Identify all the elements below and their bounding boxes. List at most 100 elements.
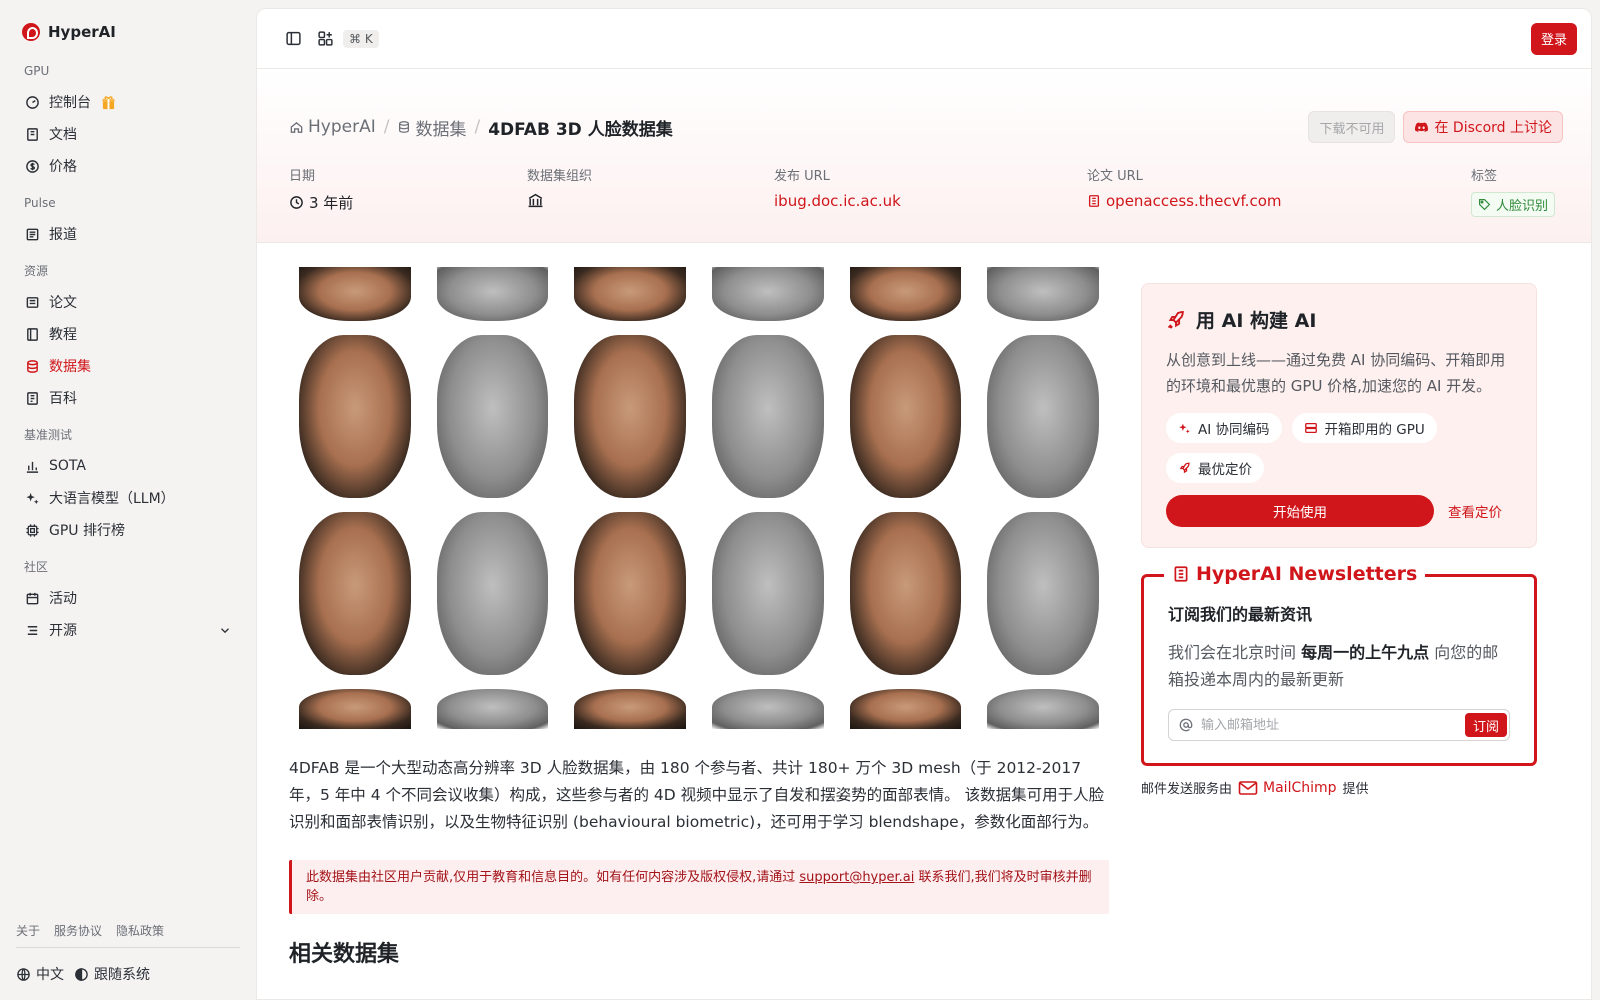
face-photo — [849, 335, 962, 498]
book-icon — [24, 126, 40, 142]
rocket-icon — [1167, 310, 1184, 329]
sidebar-item-reports[interactable]: 报道 — [16, 218, 240, 250]
footer-link-privacy[interactable]: 隐私政策 — [116, 922, 164, 939]
sidebar-item-label: SOTA — [49, 458, 86, 474]
meta-date-value-row: 3 年前 — [289, 192, 527, 213]
group-label-pulse: Pulse — [24, 196, 56, 210]
discord-button[interactable]: 在 Discord 上讨论 — [1403, 111, 1563, 143]
apps-button[interactable] — [309, 23, 341, 55]
server-icon — [1304, 422, 1317, 434]
sidebar-item-label: 百科 — [49, 391, 77, 407]
tag-label: 人脸识别 — [1496, 199, 1549, 214]
institution-icon — [528, 193, 543, 208]
powered-by: 邮件发送服务由 MailChimp 提供 — [1141, 778, 1537, 798]
brand[interactable]: HyperAI — [16, 16, 240, 48]
sidebar-item-label: 开源 — [49, 623, 77, 639]
sidebar-item-datasets[interactable]: 数据集 — [16, 350, 240, 382]
breadcrumb-home[interactable]: HyperAI — [289, 117, 376, 137]
dataset-meta: 日期 3 年前 数据集组织 发布 URL ibug.doc.ic.ac.uk 论… — [289, 165, 1563, 217]
theme-switcher[interactable]: 跟随系统 — [74, 964, 150, 984]
cpu-icon — [24, 522, 40, 538]
face-photo — [849, 689, 962, 729]
meta-date: 日期 3 年前 — [289, 165, 527, 217]
tutorial-icon — [24, 326, 40, 342]
face-photo — [299, 335, 411, 498]
face-photo — [574, 689, 686, 729]
face-mesh — [436, 689, 549, 729]
release-url-link[interactable]: ibug.doc.ic.ac.uk — [774, 192, 1087, 210]
face-mesh — [712, 335, 824, 498]
sidebar-item-label: 文档 — [49, 127, 77, 143]
sidebar-item-events[interactable]: 活动 — [16, 582, 240, 614]
email-input[interactable] — [1201, 717, 1465, 733]
dataset-body: 4DFAB 是一个大型动态高分辨率 3D 人脸数据集，由 180 个参与者、共计… — [289, 267, 1109, 968]
sidebar-item-wiki[interactable]: 百科 — [16, 382, 240, 414]
view-pricing-link[interactable]: 查看定价 — [1448, 501, 1502, 521]
breadcrumb-root: HyperAI — [308, 117, 376, 137]
sidebar-item-label: 数据集 — [49, 359, 91, 375]
newsletter-text: 我们会在北京时间 每周一的上午九点 向您的邮箱投递本周内的最新更新 — [1168, 639, 1510, 693]
theme-label: 跟随系统 — [94, 967, 150, 983]
bar-chart-icon — [24, 458, 40, 474]
face-mesh — [987, 267, 1099, 321]
feature-label: 最优定价 — [1198, 462, 1252, 478]
language-switcher[interactable]: 中文 — [16, 964, 64, 984]
gift-icon — [100, 94, 116, 110]
breadcrumb-datasets[interactable]: 数据集 — [397, 115, 466, 140]
paper-url-value: openaccess.thecvf.com — [1106, 192, 1282, 210]
sidebar-item-open-source[interactable]: 开源 — [16, 614, 240, 646]
face-photo — [849, 267, 962, 321]
get-started-button[interactable]: 开始使用 — [1166, 495, 1434, 527]
sidebar-item-llm[interactable]: 大语言模型（LLM） — [16, 482, 240, 514]
face-mesh — [987, 689, 1099, 729]
sidebar-toggle-icon — [285, 31, 301, 46]
sidebar-item-sota[interactable]: SOTA — [16, 450, 240, 482]
sparkles-icon — [24, 490, 40, 506]
mailchimp-label: MailChimp — [1263, 779, 1337, 796]
discord-icon — [1415, 122, 1429, 132]
breadcrumb: HyperAI / 数据集 / 4DFAB 3D 人脸数据集 — [289, 115, 673, 140]
support-email-link[interactable]: support@hyper.ai — [799, 870, 914, 885]
chevron-down-icon[interactable] — [218, 623, 232, 637]
mail-icon — [1238, 780, 1258, 795]
face-photo — [574, 267, 686, 321]
group-label-resources: 资源 — [24, 264, 49, 278]
dataset-description: 4DFAB 是一个大型动态高分辨率 3D 人脸数据集，由 180 个参与者、共计… — [289, 759, 1105, 831]
face-photo — [574, 335, 686, 498]
tag-face-recognition[interactable]: 人脸识别 — [1471, 192, 1556, 217]
footer-link-terms[interactable]: 服务协议 — [54, 922, 102, 939]
database-icon — [24, 358, 40, 374]
hyperai-logo-icon — [22, 23, 40, 41]
powered-text: 邮件发送服务由 — [1141, 782, 1233, 797]
newsletter-box: HyperAI Newsletters 订阅我们的最新资讯 我们会在北京时间 每… — [1141, 563, 1537, 766]
mailchimp-link[interactable]: MailChimp — [1238, 780, 1337, 796]
feature-pricing: 最优定价 — [1166, 453, 1264, 483]
newsletter-schedule: 每周一的上午九点 — [1301, 643, 1430, 662]
command-shortcut[interactable]: ⌘ K — [343, 29, 379, 48]
discord-label: 在 Discord 上讨论 — [1434, 120, 1552, 136]
toggle-sidebar-button[interactable] — [277, 23, 309, 55]
sidebar-item-pricing[interactable]: 价格 — [16, 150, 240, 182]
newspaper-icon — [1174, 566, 1188, 582]
paper-url-link[interactable]: openaccess.thecvf.com — [1087, 192, 1471, 210]
home-icon — [290, 121, 303, 133]
promo-title-row: 用 AI 构建 AI — [1166, 306, 1512, 333]
promo-features: AI 协同编码 开箱即用的 GPU 最优定价 — [1166, 413, 1512, 483]
sidebar-item-console[interactable]: 控制台 — [16, 86, 240, 118]
newsletter-legend-text: HyperAI Newsletters — [1196, 563, 1418, 585]
sidebar-item-gpu-leaderboard[interactable]: GPU 排行榜 — [16, 514, 240, 546]
content-area: 4DFAB 是一个大型动态高分辨率 3D 人脸数据集，由 180 个参与者、共计… — [257, 243, 1591, 968]
at-sign-icon — [1179, 718, 1193, 732]
subscribe-button[interactable]: 订阅 — [1464, 713, 1507, 737]
sidebar-item-docs[interactable]: 文档 — [16, 118, 240, 150]
sidebar-item-papers[interactable]: 论文 — [16, 286, 240, 318]
sidebar-item-tutorials[interactable]: 教程 — [16, 318, 240, 350]
download-button[interactable]: 下载不可用 — [1308, 111, 1396, 143]
feature-gpu: 开箱即用的 GPU — [1291, 413, 1437, 443]
meta-label: 日期 — [289, 169, 316, 184]
footer-link-about[interactable]: 关于 — [16, 922, 40, 939]
breadcrumb-section: 数据集 — [415, 119, 467, 140]
login-button[interactable]: 登录 — [1530, 22, 1577, 55]
face-photo — [299, 267, 411, 321]
powered-text: 提供 — [1342, 782, 1369, 797]
